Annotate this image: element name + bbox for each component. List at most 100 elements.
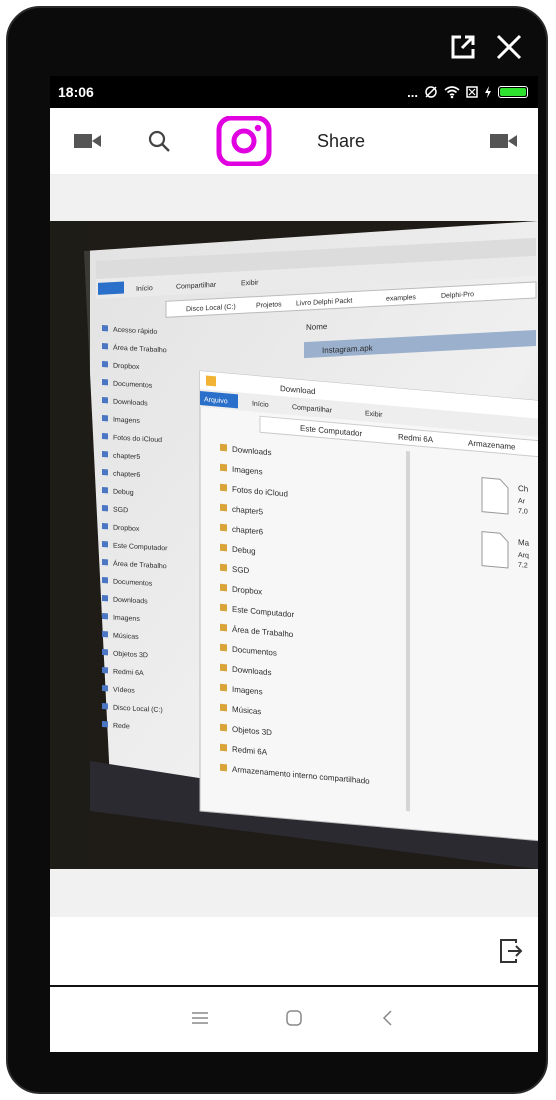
sidebar-folder-icon (220, 683, 227, 692)
menu-nav-button[interactable] (188, 1006, 212, 1030)
sidebar-folder-icon (220, 703, 227, 712)
instagram-icon (216, 116, 272, 166)
phone-frame: 18:06 ... Share Início Compartilhar Exib… (6, 6, 548, 1094)
sidebar-folder-icon (102, 451, 108, 458)
camera-photo: Início Compartilhar Exibir Disco Local (… (50, 221, 538, 869)
sidebar-folder-icon (220, 443, 227, 452)
back-chevron-icon (382, 1010, 392, 1026)
sidebar-folder-icon (102, 685, 108, 692)
front-tab-inicio: Início (252, 401, 269, 409)
sidebar-folder-icon (102, 631, 108, 638)
close-button[interactable] (492, 30, 526, 64)
video-camera-icon (74, 134, 101, 148)
sidebar-folder-icon (102, 469, 108, 476)
menu-icon (192, 1012, 208, 1024)
sidebar-folder-icon (220, 503, 227, 512)
file-1-name: Ch (518, 484, 528, 494)
alarm-off-icon (425, 86, 437, 98)
sidebar-item-label: Dropbox (113, 525, 140, 533)
exit-share-button[interactable] (498, 937, 524, 965)
video-button[interactable] (74, 132, 102, 150)
status-dots: ... (407, 84, 418, 100)
sidebar-folder-icon (220, 723, 227, 732)
back-column-header: Nome (306, 322, 328, 332)
open-external-button[interactable] (446, 30, 480, 64)
sidebar-folder-icon (102, 325, 108, 332)
back-nav-button[interactable] (376, 1006, 400, 1030)
file-2-name: Ma (518, 538, 530, 548)
open-external-icon (451, 35, 475, 59)
sidebar-item-label: Debug (113, 489, 134, 497)
search-button[interactable] (147, 129, 171, 153)
sidebar-folder-icon (102, 541, 108, 548)
wifi-icon (444, 86, 460, 99)
sidebar-folder-icon (102, 523, 108, 530)
sidebar-folder-icon (102, 703, 108, 710)
sidebar-item-label: chapter6 (113, 471, 140, 479)
sim-icon (466, 86, 478, 98)
close-icon (496, 34, 522, 60)
sidebar-folder-icon (220, 763, 227, 772)
sidebar-folder-icon (102, 577, 108, 584)
video-button-right[interactable] (489, 132, 518, 150)
sidebar-item-label: Imagens (113, 615, 140, 623)
file-2-type: Arq (518, 552, 529, 560)
sidebar-item-label: Vídeos (113, 687, 135, 695)
sidebar-folder-icon (220, 463, 227, 472)
sidebar-folder-icon (102, 361, 108, 368)
bottom-spacer-band (50, 869, 538, 917)
back-path-1: Projetos (256, 301, 282, 309)
back-tab-exibir: Exibir (241, 279, 259, 287)
back-tab-inicio: Início (136, 285, 153, 293)
status-icons: ... (407, 85, 528, 100)
status-time: 18:06 (58, 84, 94, 100)
sidebar-folder-icon (102, 559, 108, 566)
file-1-size: 7,0 (518, 508, 528, 516)
android-nav-bar (50, 987, 538, 1049)
sidebar-folder-icon (102, 667, 108, 674)
sidebar-folder-icon (102, 649, 108, 656)
instagram-button[interactable] (216, 116, 272, 166)
sidebar-folder-icon (220, 643, 227, 652)
charging-icon (485, 86, 491, 98)
sidebar-folder-icon (102, 415, 108, 422)
file-1-type: Ar (518, 498, 526, 506)
sidebar-folder-icon (220, 663, 227, 672)
sidebar-folder-icon (220, 563, 227, 572)
sidebar-item-label: chapter5 (113, 453, 140, 461)
photo-scene: Início Compartilhar Exibir Disco Local (… (50, 221, 538, 869)
sidebar-folder-icon (220, 743, 227, 752)
phone-screen: 18:06 ... Share Início Compartilhar Exib… (50, 76, 538, 1052)
sidebar-folder-icon (220, 483, 227, 492)
sidebar-folder-icon (102, 505, 108, 512)
file-2-size: 7,2 (518, 562, 528, 570)
sidebar-folder-icon (102, 613, 108, 620)
window-controls (446, 30, 526, 64)
status-bar: 18:06 ... (50, 76, 538, 108)
home-square-icon (286, 1010, 302, 1026)
camera-toolbar: Share (50, 108, 538, 175)
battery-icon (498, 86, 528, 98)
sidebar-folder-icon (102, 595, 108, 602)
sidebar-folder-icon (220, 583, 227, 592)
sidebar-folder-icon (220, 543, 227, 552)
front-window: Download Arquivo Início Compartilhar Exi… (199, 370, 538, 842)
sidebar-item-label: SGD (113, 507, 128, 515)
sidebar-item-label: SGD (232, 565, 250, 576)
exit-icon (500, 939, 523, 963)
sidebar-folder-icon (102, 343, 108, 350)
sidebar-item-label: Dropbox (113, 363, 140, 371)
top-spacer-band (50, 175, 538, 221)
action-row (50, 917, 538, 987)
sidebar-folder-icon (220, 603, 227, 612)
sidebar-folder-icon (102, 721, 108, 728)
sidebar-folder-icon (102, 397, 108, 404)
home-nav-button[interactable] (282, 1006, 306, 1030)
sidebar-folder-icon (102, 487, 108, 494)
sidebar-item-label: Músicas (113, 633, 139, 641)
sidebar-folder-icon (102, 433, 108, 440)
sidebar-item-label: Rede (113, 723, 130, 731)
sidebar-folder-icon (220, 623, 227, 632)
sidebar-item-label: Imagens (113, 417, 140, 425)
share-label[interactable]: Share (317, 131, 365, 152)
